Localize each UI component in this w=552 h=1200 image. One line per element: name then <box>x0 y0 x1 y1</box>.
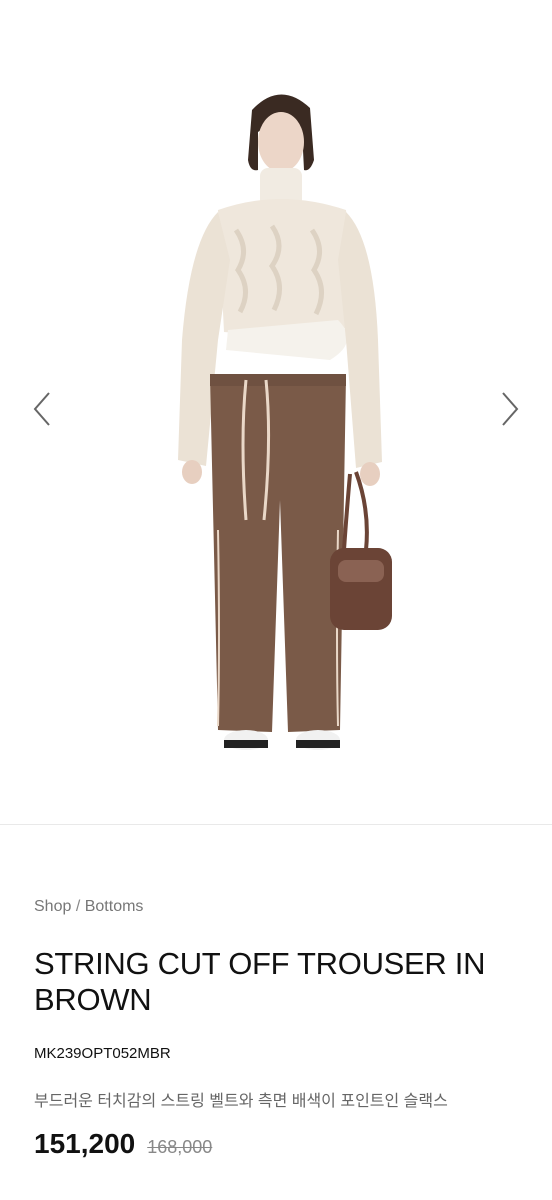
chevron-left-icon <box>33 392 50 426</box>
breadcrumb-category-link[interactable]: Bottoms <box>85 898 144 915</box>
product-image-gallery[interactable] <box>0 0 552 824</box>
breadcrumb: Shop / Bottoms <box>34 898 143 916</box>
sale-price: 151,200 <box>34 1128 136 1159</box>
original-price: 168,000 <box>147 1137 213 1157</box>
divider <box>0 824 552 825</box>
gallery-prev-button[interactable] <box>22 386 62 432</box>
price-row: 151,200 168,000 <box>34 1128 212 1160</box>
gallery-next-button[interactable] <box>490 386 530 432</box>
product-title: STRING CUT OFF TROUSER IN BROWN <box>34 946 486 1017</box>
product-sku: MK239OPT052MBR <box>34 1045 171 1062</box>
product-description: 부드러운 터치감의 스트링 벨트와 측면 배색이 포인트인 슬랙스 <box>34 1093 448 1110</box>
breadcrumb-separator: / <box>75 898 81 915</box>
chevron-right-icon <box>502 392 519 426</box>
breadcrumb-shop-link[interactable]: Shop <box>34 898 71 915</box>
product-image <box>178 94 392 750</box>
